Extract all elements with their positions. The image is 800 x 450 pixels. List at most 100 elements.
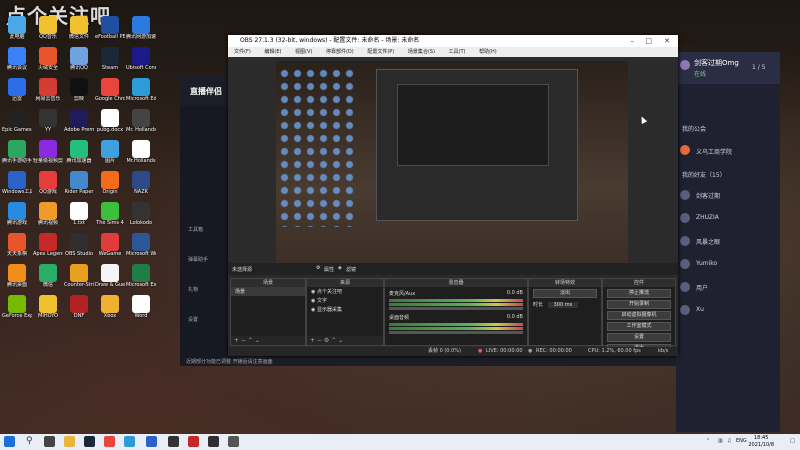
close-icon[interactable]: ✕ (664, 35, 670, 47)
desktop-icon[interactable]: eFootball PES 2021 (95, 16, 125, 46)
friend-name[interactable]: Xu (696, 306, 704, 313)
desktop-icon[interactable]: OBS Studio (64, 233, 94, 263)
desktop-icon[interactable]: QQ游戏 (33, 171, 63, 201)
desktop-icon[interactable]: 网易云音乐 (33, 78, 63, 108)
desktop-icon[interactable]: Mr.Hollands (126, 140, 156, 170)
guild-name[interactable]: 义乌工商学院 (696, 147, 732, 156)
add-icon[interactable]: + (234, 337, 239, 344)
desktop-icon[interactable]: 1.txt (64, 202, 94, 232)
desktop-icon[interactable]: 腾讯网游加速器 (126, 16, 156, 46)
desktop-icon[interactable]: MIHOYO (33, 295, 63, 325)
up-icon[interactable]: ⌃ (248, 337, 253, 344)
qq-icon[interactable] (146, 436, 157, 447)
down-icon[interactable]: ⌄ (255, 337, 260, 344)
desktop-icon[interactable]: Adobe Premiere (64, 109, 94, 139)
studio-mode-button[interactable]: 工作室模式 (607, 322, 671, 331)
volume-slider[interactable] (389, 307, 523, 310)
app-icon[interactable] (188, 436, 199, 447)
eye-icon[interactable]: ◉ (311, 289, 315, 295)
filter-icon[interactable]: ◈ (338, 265, 342, 271)
eye-icon[interactable]: ◉ (311, 298, 315, 304)
steam-icon[interactable] (84, 436, 95, 447)
avatar[interactable] (680, 60, 690, 70)
desktop-icon[interactable]: 轻量级视频剪辑 (33, 140, 63, 170)
desktop-icon[interactable]: The Sims 4 (95, 202, 125, 232)
network-icon[interactable]: ▥ (718, 438, 723, 444)
menu-item-help[interactable]: 帮助(H) (479, 49, 497, 55)
desktop-icon[interactable]: 迅雷 (2, 78, 32, 108)
obs-icon[interactable] (208, 436, 219, 447)
edge-icon[interactable] (124, 436, 135, 447)
live-side-item[interactable]: 礼物 (188, 286, 198, 293)
desktop-icon[interactable]: 腾讯视频 (33, 202, 63, 232)
virtual-camera-button[interactable]: 启动虚拟摄像机 (607, 311, 671, 320)
transition-select[interactable]: 淡出 (533, 289, 597, 298)
source-item[interactable]: ◉ 点个关注吧 (307, 287, 383, 296)
desktop-icon[interactable]: 图片 (95, 140, 125, 170)
desktop-icon[interactable]: Origin (95, 171, 125, 201)
desktop-icon[interactable]: YY (33, 109, 63, 139)
menu-item-profile[interactable]: 配置文件(P) (367, 49, 394, 55)
desktop-icon[interactable]: Steam (95, 47, 125, 77)
properties-button[interactable]: 属性 (324, 266, 334, 273)
scene-item[interactable]: 场景 (231, 287, 305, 296)
volume-icon[interactable]: ♫ (727, 438, 731, 444)
desktop-icon[interactable]: Draw & Guess (95, 264, 125, 294)
stop-streaming-button[interactable]: 停止推流 (607, 289, 671, 298)
clock[interactable]: 18:45 2021/10/8 (748, 435, 774, 449)
friend-name[interactable]: ZHUZIA (696, 214, 719, 221)
desktop-icon[interactable]: Apex Legends (33, 233, 63, 263)
desktop-icon[interactable]: 火绒安全 (33, 47, 63, 77)
desktop-icon[interactable]: 微信文件 (64, 16, 94, 46)
menu-item-edit[interactable]: 编辑(E) (264, 49, 281, 55)
menu-item-tools[interactable]: 工具(T) (449, 49, 466, 55)
windows-start-icon[interactable] (4, 436, 15, 447)
menu-item-view[interactable]: 视图(V) (295, 49, 312, 55)
chrome-icon[interactable] (104, 436, 115, 447)
filters-button[interactable]: 滤镜 (346, 266, 356, 273)
live-side-item[interactable]: 设置 (188, 316, 198, 323)
desktop-icon[interactable]: pubg.docx (95, 109, 125, 139)
desktop-icon[interactable]: 此电脑 (2, 16, 32, 46)
desktop-icon[interactable]: GeForce Experience (2, 295, 32, 325)
gear-icon[interactable]: ⚙ (316, 265, 320, 271)
duration-input[interactable]: 300 ms (547, 302, 579, 308)
menu-item-docks[interactable]: 停靠部件(D) (326, 49, 354, 55)
live-side-item[interactable]: 工具箱 (188, 226, 203, 233)
tray-chevron-icon[interactable]: ⌃ (706, 438, 710, 444)
desktop-icon[interactable]: Microsoft Word (126, 233, 156, 263)
down-icon[interactable]: ⌄ (338, 337, 343, 344)
gear-icon[interactable]: ⚙ (324, 337, 329, 344)
desktop-icon[interactable]: Ubisoft Connect (126, 47, 156, 77)
app-icon[interactable] (168, 436, 179, 447)
friend-name[interactable]: 用户 (696, 283, 708, 292)
live-side-item[interactable]: 弹幕助手 (188, 256, 208, 263)
language-indicator[interactable]: ENG (736, 438, 747, 444)
desktop-icon[interactable]: Microsoft Edge (126, 78, 156, 108)
desktop-icon[interactable]: 腾讯会议 (2, 47, 32, 77)
search-icon[interactable]: ⚲ (26, 436, 37, 447)
maximize-icon[interactable]: □ (645, 35, 652, 47)
desktop-icon[interactable]: 腾讯游戏 (2, 202, 32, 232)
friend-name[interactable]: Yumiko (696, 260, 717, 267)
remove-icon[interactable]: − (317, 337, 322, 344)
add-icon[interactable]: + (310, 337, 315, 344)
friend-name[interactable]: 风暴之眼 (696, 237, 720, 246)
start-recording-button[interactable]: 开始录制 (607, 300, 671, 309)
desktop-icon[interactable]: 剪映 (64, 78, 94, 108)
chat-section[interactable]: 我的公会 (682, 124, 706, 133)
volume-slider[interactable] (389, 331, 523, 334)
friend-name[interactable]: 剑客过期 (696, 191, 720, 200)
desktop-icon[interactable]: DNF (64, 295, 94, 325)
file-explorer-icon[interactable] (64, 436, 75, 447)
minimize-icon[interactable]: – (631, 35, 635, 47)
desktop-icon[interactable]: 腾讯手游助手 (2, 140, 32, 170)
desktop-icon[interactable]: 天天象棋 (2, 233, 32, 263)
menu-item-file[interactable]: 文件(F) (234, 49, 251, 55)
desktop-icon[interactable]: 微信 (33, 264, 63, 294)
desktop-icon[interactable]: Google Chrome (95, 78, 125, 108)
obs-preview[interactable] (276, 61, 628, 275)
settings-button[interactable]: 设置 (607, 333, 671, 342)
desktop-icon[interactable]: 腾讯桌面 (2, 264, 32, 294)
desktop-icon[interactable]: Counter-Strike GO (64, 264, 94, 294)
